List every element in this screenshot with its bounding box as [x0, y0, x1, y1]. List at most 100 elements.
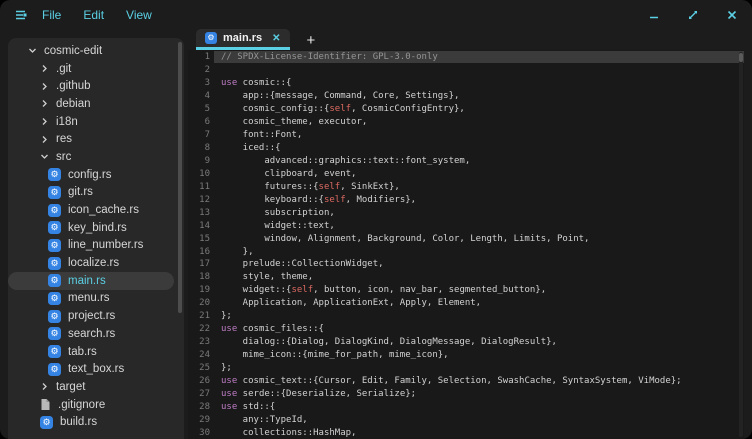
- tree-item-config-rs[interactable]: ⚙config.rs: [8, 166, 174, 184]
- code-line-19[interactable]: 19 widget::{self, button, icon, nav_bar,…: [188, 284, 744, 297]
- line-text: font::Font,: [210, 130, 302, 140]
- tree-item-debian[interactable]: debian: [8, 95, 174, 113]
- code-line-21[interactable]: 21};: [188, 310, 744, 323]
- code-line-10[interactable]: 10 clipboard, event,: [188, 167, 744, 180]
- line-number: 14: [188, 221, 210, 231]
- code-line-7[interactable]: 7 font::Font,: [188, 128, 744, 141]
- minimize-icon[interactable]: [647, 9, 660, 22]
- code-line-9[interactable]: 9 advanced::graphics::text::font_system,: [188, 154, 744, 167]
- code-line-16[interactable]: 16 },: [188, 245, 744, 258]
- chevron-right-icon[interactable]: [40, 135, 49, 144]
- tree-item-res[interactable]: res: [8, 130, 174, 148]
- chevron-down-icon[interactable]: [28, 46, 37, 55]
- menu-item-file[interactable]: File: [42, 8, 61, 22]
- code-line-5[interactable]: 5 cosmic_config::{self, CosmicConfigEntr…: [188, 102, 744, 115]
- code-line-4[interactable]: 4 app::{message, Command, Core, Settings…: [188, 89, 744, 102]
- code-line-2[interactable]: 2: [188, 63, 744, 76]
- code-line-12[interactable]: 12 keyboard::{self, Modifiers},: [188, 193, 744, 206]
- code-line-11[interactable]: 11 futures::{self, SinkExt},: [188, 180, 744, 193]
- tree-item-tab-rs[interactable]: ⚙tab.rs: [8, 343, 174, 361]
- line-number: 4: [188, 91, 210, 101]
- menu-item-edit[interactable]: Edit: [83, 8, 104, 22]
- chevron-right-icon[interactable]: [40, 64, 49, 73]
- tab-main-rs[interactable]: ⚙ main.rs ✕: [196, 29, 290, 50]
- tree-item-text-box-rs[interactable]: ⚙text_box.rs: [8, 360, 174, 378]
- tree-item-target[interactable]: target: [8, 378, 174, 396]
- tab-close-icon[interactable]: ✕: [272, 33, 280, 44]
- rust-file-icon: ⚙: [48, 327, 61, 340]
- tree-item--github[interactable]: .github: [8, 77, 174, 95]
- tree-item-label: i18n: [56, 116, 78, 128]
- tree-item-label: main.rs: [68, 275, 106, 287]
- tree-item-label: src: [56, 151, 71, 163]
- code-line-30[interactable]: 30 collections::HashMap,: [188, 427, 744, 439]
- code-line-24[interactable]: 24 mime_icon::{mime_for_path, mime_icon}…: [188, 349, 744, 362]
- tree-item-label: cosmic-edit: [44, 45, 102, 57]
- tree-item--git[interactable]: .git: [8, 60, 174, 78]
- sidebar-scrollbar[interactable]: [178, 42, 182, 313]
- line-text: advanced::graphics::text::font_system,: [210, 156, 470, 166]
- tree-item-label: .github: [56, 80, 91, 92]
- code-line-25[interactable]: 25};: [188, 362, 744, 375]
- menu-item-view[interactable]: View: [126, 8, 152, 22]
- code-line-20[interactable]: 20 Application, ApplicationExt, Apply, E…: [188, 297, 744, 310]
- line-text: use cosmic_text::{Cursor, Edit, Family, …: [210, 376, 682, 386]
- code-line-23[interactable]: 23 dialog::{Dialog, DialogKind, DialogMe…: [188, 336, 744, 349]
- tree-item-search-rs[interactable]: ⚙search.rs: [8, 325, 174, 343]
- rust-file-icon: ⚙: [48, 168, 61, 181]
- code-line-13[interactable]: 13 subscription,: [188, 206, 744, 219]
- code-line-22[interactable]: 22use cosmic_files::{: [188, 323, 744, 336]
- tab-bar: ⚙ main.rs ✕ +: [196, 29, 315, 50]
- editor-scrollbar-track[interactable]: [739, 52, 743, 437]
- line-text: cosmic_config::{self, CosmicConfigEntry}…: [210, 104, 465, 114]
- new-tab-button[interactable]: +: [307, 33, 316, 48]
- chevron-right-icon[interactable]: [40, 117, 49, 126]
- code-line-3[interactable]: 3use cosmic::{: [188, 76, 744, 89]
- code-line-6[interactable]: 6 cosmic_theme, executor,: [188, 115, 744, 128]
- line-text: clipboard, event,: [210, 169, 356, 179]
- code-line-26[interactable]: 26use cosmic_text::{Cursor, Edit, Family…: [188, 375, 744, 388]
- tree-item-label: text_box.rs: [68, 363, 124, 375]
- rust-file-icon: ⚙: [48, 292, 61, 305]
- tree-item-git-rs[interactable]: ⚙git.rs: [8, 184, 174, 202]
- line-number: 22: [188, 324, 210, 334]
- chevron-down-icon[interactable]: [40, 152, 49, 161]
- tree-item-key-bind-rs[interactable]: ⚙key_bind.rs: [8, 219, 174, 237]
- tree-item-i18n[interactable]: i18n: [8, 113, 174, 131]
- editor-scrollbar-thumb[interactable]: [739, 53, 743, 62]
- tree-item-main-rs[interactable]: ⚙main.rs: [8, 272, 174, 290]
- tree-item-menu-rs[interactable]: ⚙menu.rs: [8, 290, 174, 308]
- line-text: cosmic_theme, executor,: [210, 117, 367, 127]
- code-editor[interactable]: 1// SPDX-License-Identifier: GPL-3.0-onl…: [188, 50, 744, 439]
- tree-item-build-rs[interactable]: ⚙build.rs: [8, 413, 174, 431]
- chevron-right-icon[interactable]: [40, 99, 49, 108]
- chevron-right-icon[interactable]: [40, 382, 49, 391]
- code-line-29[interactable]: 29 any::TypeId,: [188, 414, 744, 427]
- tree-item--gitignore[interactable]: .gitignore: [8, 396, 174, 414]
- maximize-icon[interactable]: [686, 9, 699, 22]
- code-line-1[interactable]: 1// SPDX-License-Identifier: GPL-3.0-onl…: [188, 51, 744, 64]
- tree-item-line-number-rs[interactable]: ⚙line_number.rs: [8, 237, 174, 255]
- tree-item-localize-rs[interactable]: ⚙localize.rs: [8, 254, 174, 272]
- rust-file-icon: ⚙: [48, 204, 61, 217]
- tree-item-icon-cache-rs[interactable]: ⚙icon_cache.rs: [8, 201, 174, 219]
- line-text: style, theme,: [210, 272, 313, 282]
- rust-file-icon: ⚙: [48, 345, 61, 358]
- code-line-14[interactable]: 14 widget::text,: [188, 219, 744, 232]
- code-line-8[interactable]: 8 iced::{: [188, 141, 744, 154]
- tree-item-project-rs[interactable]: ⚙project.rs: [8, 307, 174, 325]
- tree-item-cosmic-edit[interactable]: cosmic-edit: [8, 42, 174, 60]
- tree-item-src[interactable]: src: [8, 148, 174, 166]
- code-line-27[interactable]: 27use serde::{Deserialize, Serialize};: [188, 388, 744, 401]
- code-line-28[interactable]: 28use std::{: [188, 401, 744, 414]
- line-text: window, Alignment, Background, Color, Le…: [210, 234, 589, 244]
- code-line-15[interactable]: 15 window, Alignment, Background, Color,…: [188, 232, 744, 245]
- close-icon[interactable]: [725, 9, 738, 22]
- rust-file-icon: ⚙: [48, 186, 61, 199]
- code-line-17[interactable]: 17 prelude::CollectionWidget,: [188, 258, 744, 271]
- tree-item-label: target: [56, 381, 85, 393]
- chevron-right-icon[interactable]: [40, 82, 49, 91]
- app-icon[interactable]: [14, 8, 28, 22]
- code-line-18[interactable]: 18 style, theme,: [188, 271, 744, 284]
- line-text: use serde::{Deserialize, Serialize};: [210, 389, 416, 399]
